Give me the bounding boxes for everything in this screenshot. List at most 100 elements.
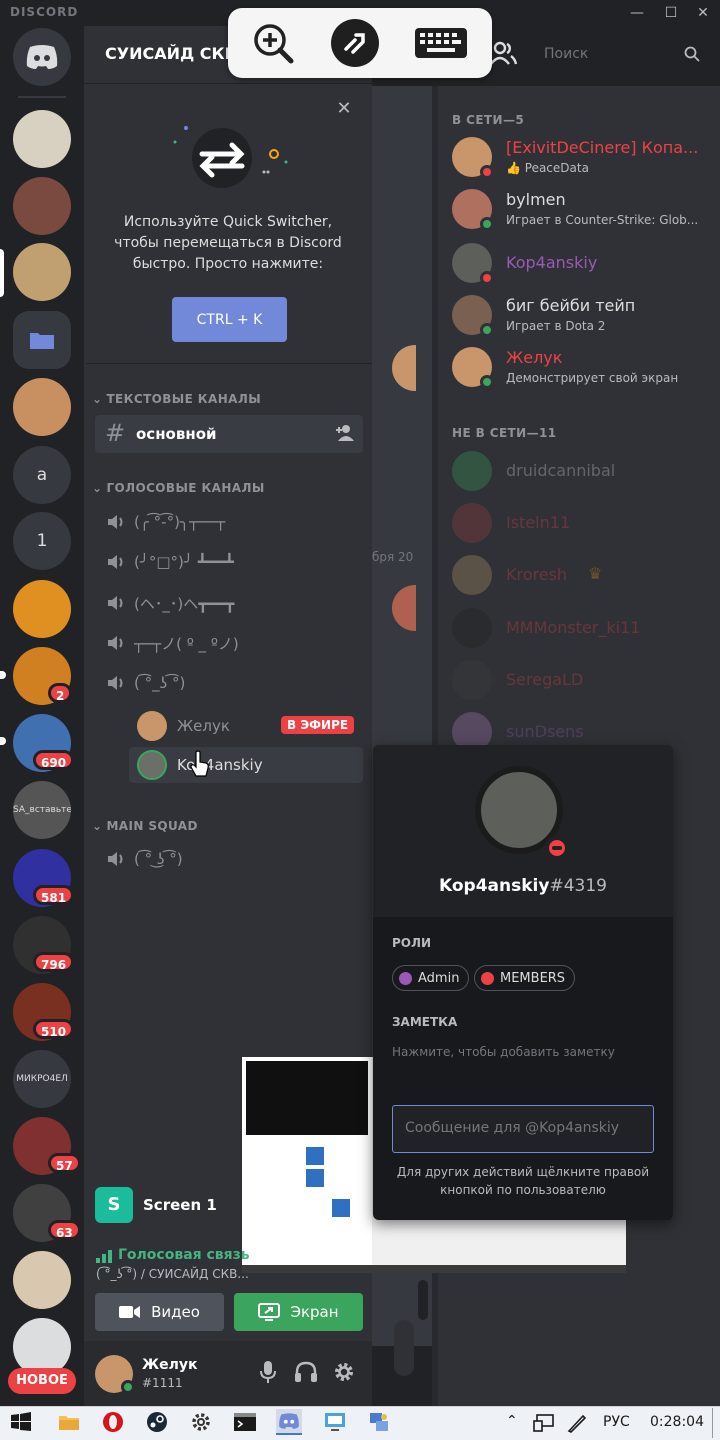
stream-preview-tile <box>306 1147 324 1165</box>
server-a-icon[interactable]: a <box>13 446 71 504</box>
taskbar-settings[interactable] <box>188 1409 214 1435</box>
voice-channel-4[interactable]: ┬─┬ノ( º _ ºノ) <box>106 627 239 659</box>
server-1-text-icon[interactable]: 1 <box>13 512 71 570</box>
zoom-in-button[interactable] <box>249 19 297 67</box>
pen-tray-icon[interactable] <box>566 1413 588 1433</box>
member-list-toggle-icon[interactable] <box>488 38 518 68</box>
direct-message-input[interactable]: Сообщение для @Kop4anskiy <box>392 1105 654 1153</box>
voice-channel-name: (ヘ･_･)ヘ┳━━┳ <box>134 594 235 613</box>
members-online-header: В СЕТИ—5 <box>452 113 525 127</box>
chat-scrollbar[interactable] <box>394 1320 414 1376</box>
mention-badge: 796 <box>33 952 75 972</box>
settings-gear-icon[interactable] <box>333 1361 355 1383</box>
video-label: Видео <box>151 1303 200 1321</box>
members-offline-header: НЕ В СЕТИ—11 <box>452 426 557 440</box>
voice-user-zheluk[interactable]: Желук В ЭФИРЕ <box>129 708 363 744</box>
invite-member-icon[interactable] <box>335 424 355 442</box>
server-18-icon[interactable] <box>13 1251 71 1309</box>
avatar <box>137 711 167 741</box>
voice-user-kop4anskiy[interactable]: Kop4anskiy <box>129 747 363 783</box>
role-color-dot <box>399 971 412 985</box>
microphone-icon[interactable] <box>258 1360 278 1384</box>
network-app-icon <box>370 1413 388 1431</box>
server-5-icon[interactable] <box>13 378 71 436</box>
stream-preview-console <box>246 1061 368 1135</box>
voice-channel-name: (╭ ͡°-͡°)╮┬──┬ <box>134 513 226 531</box>
server-folder-icon[interactable] <box>13 311 71 369</box>
member-offline[interactable]: SeregaLD <box>452 657 712 703</box>
voice-status-subtitle[interactable]: ( ͡°_ʖ ͡°) / СУИСАЙД СКВ... <box>96 1267 249 1281</box>
member-online[interactable]: [ExivitDeCinere] Копа... 👍 PeaceData <box>452 134 712 180</box>
search-box[interactable] <box>536 40 708 68</box>
remote-connect-button[interactable] <box>331 19 379 67</box>
server-2-icon[interactable] <box>13 177 71 235</box>
note-field[interactable]: Нажмите, чтобы добавить заметку <box>392 1045 615 1059</box>
taskbar-network-app[interactable] <box>366 1409 392 1435</box>
home-button[interactable] <box>13 28 71 86</box>
voice-channel-2[interactable]: (╯°□°)╯ ┻━━┻ <box>106 546 234 578</box>
minimize-button[interactable]: — <box>626 2 648 24</box>
category-voice-channels[interactable]: ⌄ ГОЛОСОВЫЕ КАНАЛЫ <box>92 481 265 495</box>
headphones-icon[interactable] <box>294 1361 318 1383</box>
start-button[interactable] <box>8 1409 34 1435</box>
tray-expand-icon[interactable]: ⌃ <box>506 1413 518 1429</box>
crown-icon: ♛ <box>588 564 603 583</box>
member-online[interactable]: Желук Демонстрирует свой экран <box>452 344 712 390</box>
server-8-icon[interactable] <box>13 580 71 638</box>
role-members[interactable]: MEMBERS <box>474 965 576 991</box>
server-1-icon[interactable] <box>13 110 71 168</box>
note-title: ЗАМЕТКА <box>392 1015 458 1029</box>
keyboard-button[interactable] <box>413 19 469 67</box>
role-admin[interactable]: Admin <box>392 965 470 991</box>
status-icon <box>480 271 494 285</box>
taskbar-remote-desktop[interactable] <box>322 1409 348 1435</box>
member-offline[interactable]: Kroresh ♛ <box>452 552 712 598</box>
member-online[interactable]: bylmen Играет в Counter-Strike: Glob... <box>452 186 712 232</box>
close-promo-icon[interactable]: ✕ <box>333 98 355 120</box>
new-badge[interactable]: НОВОЕ <box>8 1368 76 1394</box>
member-name: биг бейби тейп <box>506 296 636 315</box>
video-button[interactable]: Видео <box>95 1293 224 1331</box>
member-name: druidcannibal <box>506 461 616 480</box>
taskbar-explorer[interactable] <box>56 1409 82 1435</box>
windows-logo-icon <box>11 1412 31 1431</box>
role-name: Admin <box>418 970 460 986</box>
voice-channel-3[interactable]: (ヘ･_･)ヘ┳━━┳ <box>106 587 234 619</box>
voice-status-title[interactable]: Голосовая связь <box>118 1247 250 1263</box>
user-name: Желук <box>142 1357 198 1373</box>
app-brand: DISCORD <box>10 5 79 19</box>
member-offline[interactable]: MMMonster_ki11 <box>452 605 712 651</box>
member-offline[interactable]: druidcannibal <box>452 448 712 494</box>
network-tray-icon[interactable] <box>533 1413 555 1433</box>
member-online[interactable]: биг бейби тейп Играет в Dota 2 <box>452 292 712 338</box>
language-indicator[interactable]: РУС <box>603 1414 630 1430</box>
ctrl-k-button[interactable]: CTRL + K <box>172 297 287 342</box>
close-window-button[interactable]: ✕ <box>692 2 714 24</box>
clock[interactable]: 0:28:04 <box>650 1414 704 1430</box>
search-input[interactable] <box>536 40 676 68</box>
voice-channel-5[interactable]: ( ͡°_ʖ ͡°) <box>106 667 185 699</box>
server-11-icon[interactable]: SA_вставьте <box>13 781 71 839</box>
member-activity: Демонстрирует свой экран <box>506 371 679 385</box>
channel-osnovnoy[interactable]: # основной <box>95 415 363 453</box>
mention-badge: 57 <box>48 1153 81 1173</box>
chat-scrollbar-thumb[interactable] <box>418 1280 428 1320</box>
taskbar-discord[interactable] <box>276 1409 302 1435</box>
voice-channel-1[interactable]: (╭ ͡°-͡°)╮┬──┬ <box>106 506 225 538</box>
server-3-icon[interactable] <box>13 243 71 301</box>
status-icon <box>480 323 494 337</box>
taskbar-opera[interactable] <box>100 1409 126 1435</box>
show-desktop[interactable] <box>712 1408 713 1438</box>
member-offline[interactable]: Isteln11 <box>452 500 712 546</box>
voice-channel-main-squad[interactable]: ( ͡° ͜ʖ ͡°) <box>106 843 183 875</box>
screen-share-button[interactable]: Экран <box>234 1293 363 1331</box>
taskbar-cmd[interactable] <box>232 1409 258 1435</box>
taskbar-steam[interactable] <box>144 1409 170 1435</box>
server-15-icon[interactable]: МИКРО4ЕЛ <box>13 1050 71 1108</box>
maximize-button[interactable]: ☐ <box>660 2 682 24</box>
mention-badge: 690 <box>33 750 75 770</box>
category-text-channels[interactable]: ⌄ ТЕКСТОВЫЕ КАНАЛЫ <box>92 392 261 406</box>
category-main-squad[interactable]: ⌄ MAIN SQUAD <box>92 819 198 833</box>
server-initials: SA_вставьте <box>13 805 71 815</box>
member-online[interactable]: Kop4anskiy <box>452 240 712 286</box>
